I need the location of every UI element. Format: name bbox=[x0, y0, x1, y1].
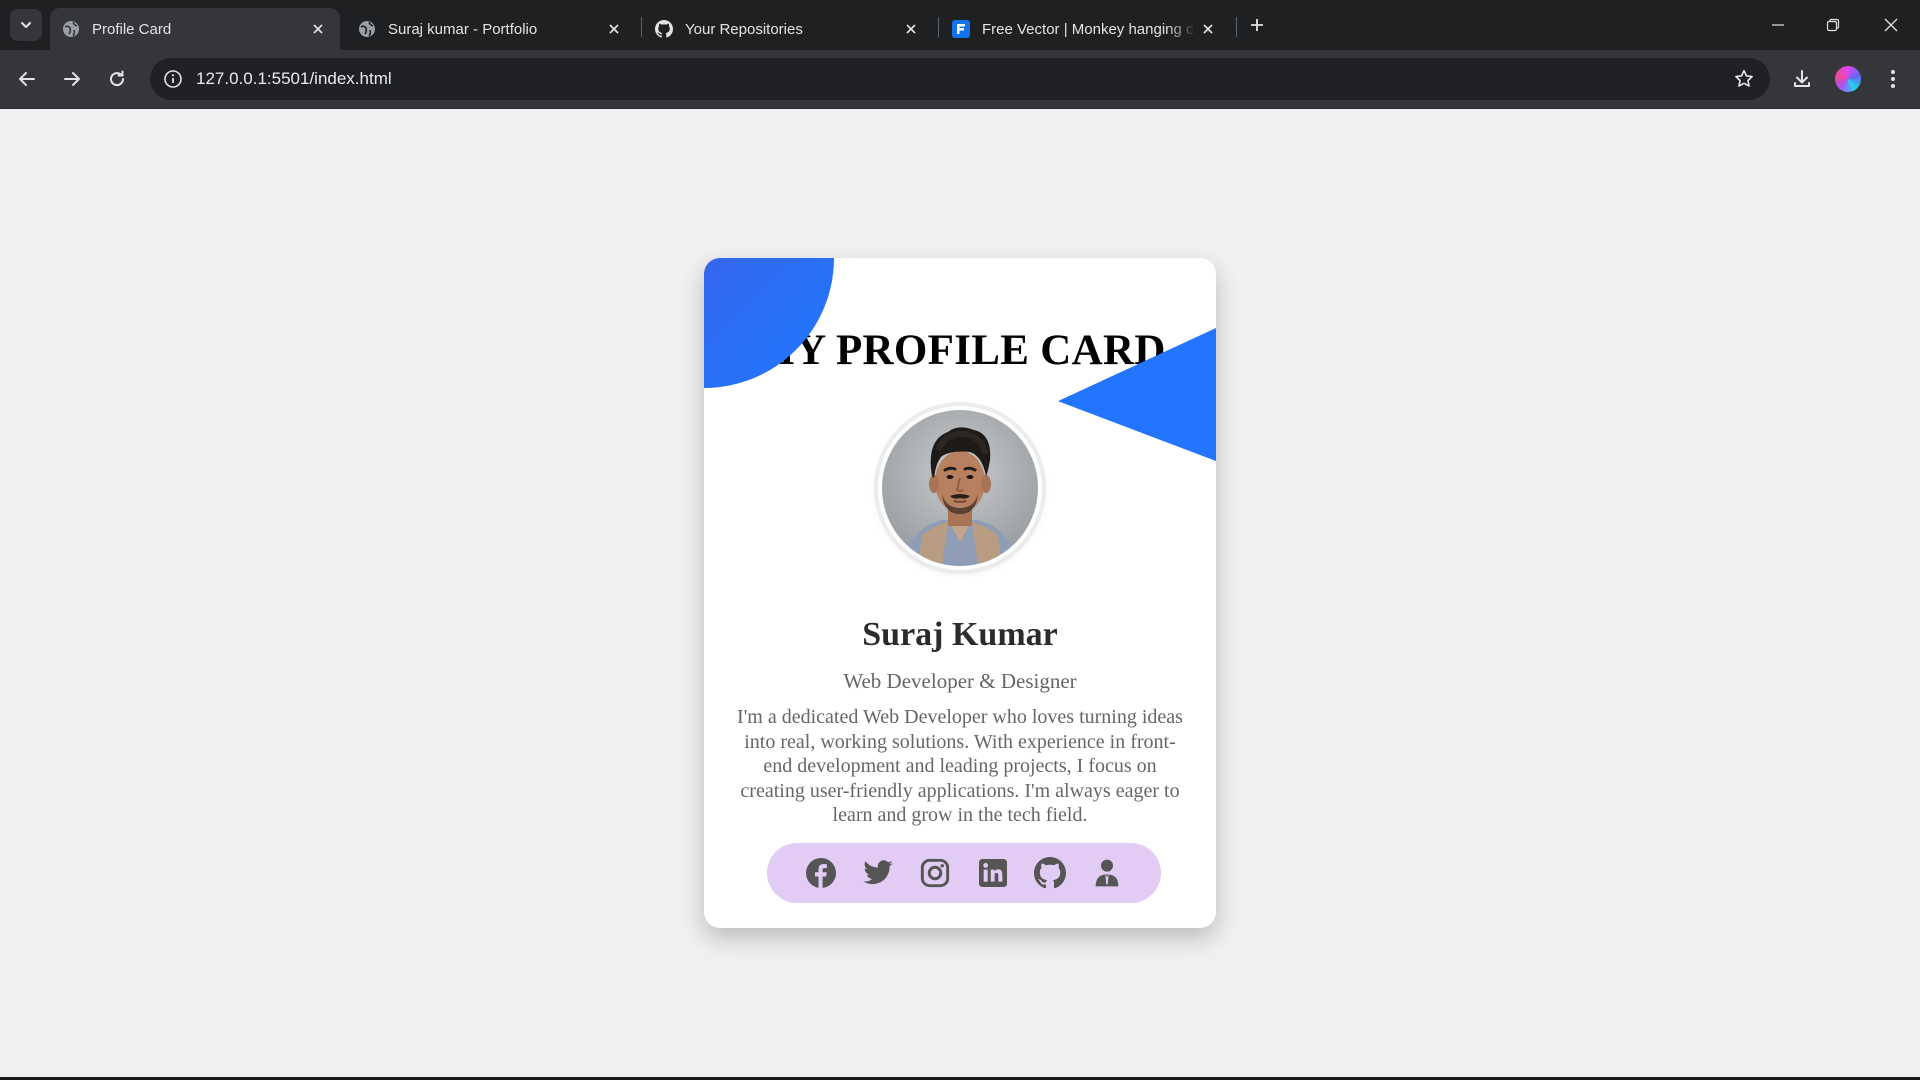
restore-icon bbox=[1826, 18, 1840, 32]
profile-photo bbox=[882, 410, 1038, 566]
tab-your-repositories[interactable]: Your Repositories bbox=[643, 8, 933, 50]
tab-strip: Profile Card Suraj kumar - Portfolio You… bbox=[0, 0, 1920, 50]
minimize-icon bbox=[1772, 24, 1784, 26]
download-icon bbox=[1794, 70, 1810, 87]
instagram-icon bbox=[921, 858, 950, 888]
close-icon[interactable] bbox=[1198, 19, 1218, 39]
github-icon bbox=[655, 20, 673, 38]
close-icon[interactable] bbox=[308, 19, 328, 39]
instagram-link[interactable] bbox=[918, 856, 952, 890]
globe-icon bbox=[358, 20, 376, 38]
tab-search-button[interactable] bbox=[10, 9, 42, 41]
tab-separator bbox=[1236, 17, 1237, 37]
tab-title: Free Vector | Monkey hanging c bbox=[982, 20, 1194, 38]
forward-button[interactable] bbox=[54, 61, 90, 97]
minimize-button[interactable] bbox=[1758, 8, 1798, 42]
tab-title: Suraj kumar - Portfolio bbox=[388, 20, 538, 38]
profile-role: Web Developer & Designer bbox=[843, 669, 1077, 693]
profile-card: MY PROFILE CARD Suraj Kumar Web Develope… bbox=[704, 258, 1216, 928]
kebab-menu-icon bbox=[1891, 70, 1895, 88]
page-viewport: MY PROFILE CARD Suraj Kumar Web Develope… bbox=[0, 109, 1920, 1077]
profile-bio: I'm a dedicated Web Developer who loves … bbox=[737, 706, 1183, 826]
tab-separator bbox=[938, 17, 939, 37]
profile-photo-frame bbox=[878, 406, 1042, 570]
address-bar[interactable]: 127.0.0.1:5501/index.html bbox=[150, 58, 1770, 100]
downloads-button[interactable] bbox=[1786, 63, 1818, 95]
bookmark-star-icon[interactable] bbox=[1732, 67, 1756, 91]
back-button[interactable] bbox=[9, 61, 45, 97]
facebook-icon bbox=[806, 858, 837, 888]
linkedin-icon bbox=[978, 859, 1007, 887]
twitter-icon bbox=[863, 860, 893, 885]
avatar bbox=[1835, 66, 1861, 92]
arrow-left-icon bbox=[19, 72, 35, 86]
github-icon bbox=[1033, 857, 1066, 889]
tab-title: Your Repositories bbox=[685, 20, 803, 38]
site-info-icon[interactable] bbox=[162, 68, 184, 90]
arrow-right-icon bbox=[64, 72, 80, 86]
close-icon[interactable] bbox=[901, 19, 921, 39]
twitter-link[interactable] bbox=[861, 856, 895, 890]
user-profile-icon bbox=[1095, 859, 1119, 887]
chevron-down-icon bbox=[21, 22, 31, 28]
new-tab-button[interactable] bbox=[1244, 12, 1270, 38]
plus-icon bbox=[1251, 19, 1263, 31]
profile-name: Suraj Kumar bbox=[862, 616, 1058, 653]
close-icon[interactable] bbox=[604, 19, 624, 39]
reload-icon bbox=[110, 70, 125, 87]
facebook-link[interactable] bbox=[804, 856, 838, 890]
profile-avatar-button[interactable] bbox=[1832, 63, 1864, 95]
close-icon bbox=[1884, 18, 1898, 32]
browser-toolbar: 127.0.0.1:5501/index.html bbox=[0, 50, 1920, 109]
menu-button[interactable] bbox=[1877, 63, 1909, 95]
github-link[interactable] bbox=[1033, 856, 1067, 890]
portfolio-link[interactable] bbox=[1090, 856, 1124, 890]
tab-portfolio[interactable]: Suraj kumar - Portfolio bbox=[346, 8, 636, 50]
url-text: 127.0.0.1:5501/index.html bbox=[196, 69, 392, 88]
close-window-button[interactable] bbox=[1871, 8, 1911, 42]
tab-separator bbox=[641, 17, 642, 37]
tab-title: Profile Card bbox=[92, 20, 172, 38]
globe-icon bbox=[62, 20, 80, 38]
tab-profile-card[interactable]: Profile Card bbox=[50, 8, 340, 50]
freepik-icon bbox=[952, 20, 970, 38]
tab-free-vector[interactable]: Free Vector | Monkey hanging c bbox=[940, 8, 1230, 50]
social-links-bar bbox=[767, 843, 1161, 903]
reload-button[interactable] bbox=[99, 61, 135, 97]
restore-button[interactable] bbox=[1813, 8, 1853, 42]
linkedin-link[interactable] bbox=[976, 856, 1010, 890]
